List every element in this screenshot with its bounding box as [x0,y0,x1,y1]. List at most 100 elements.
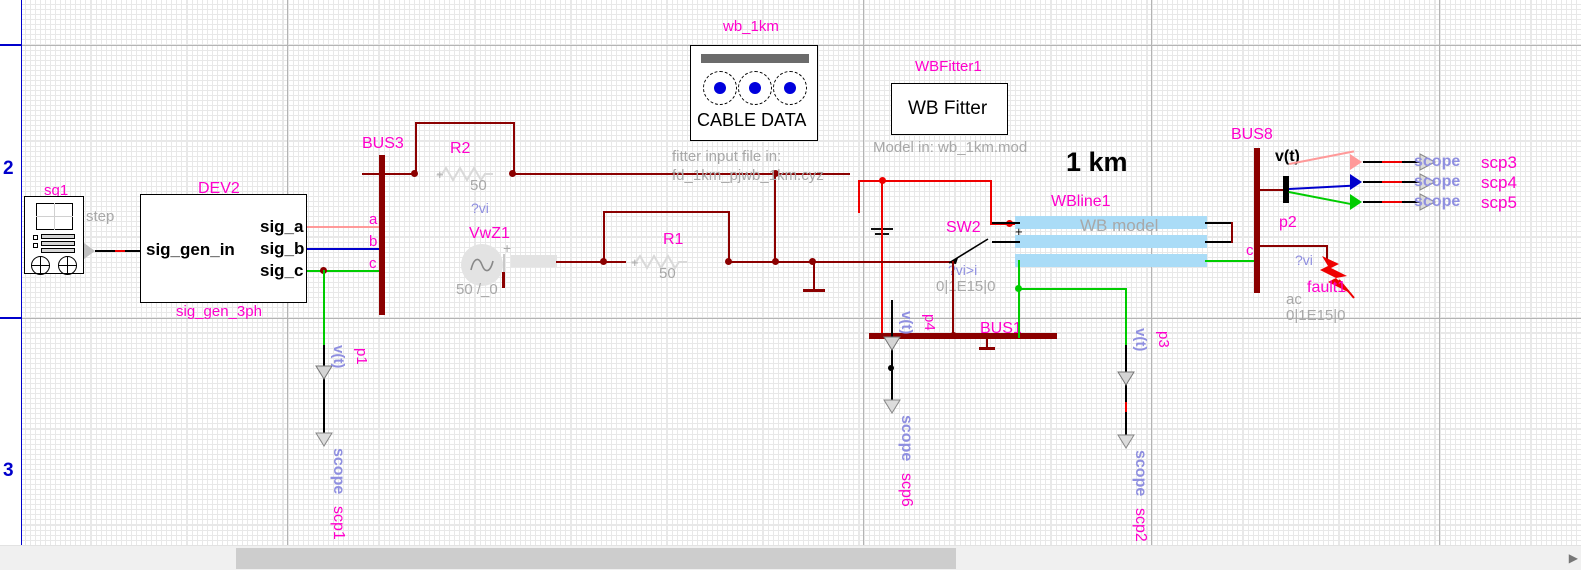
bus8-meter-lead [1258,189,1284,191]
wbline1-conductor-3[interactable] [1015,254,1207,267]
sg1-output-arrow-outline-icon [84,243,95,259]
scp1-scope-label: scope [330,448,347,495]
wire-red-down-to-probe[interactable] [881,180,883,335]
phase-c-label: c [369,255,377,272]
r2-annotation-label: ?vi [471,200,489,216]
phase-b-label: b [369,233,378,250]
vwz1-minus-terminal [502,272,505,288]
wbline1-polarity-label: + [1015,224,1023,239]
bus3-ref-label: BUS3 [362,135,404,152]
schematic-editor[interactable]: 2 3 sg1 step DEV2 sig_gen_in sig_a sig_b… [0,0,1581,570]
bus8-annotation-label: ?vi [1295,252,1313,268]
wbline1-conductor-2[interactable] [1015,235,1207,248]
junction-node [600,258,607,265]
junction-node [411,170,418,177]
wire-scope5-link[interactable] [1288,191,1354,206]
wbline1-right-bridge[interactable] [1231,222,1233,243]
wbline1-right-stub-2 [1205,241,1233,243]
wire-r2-top[interactable] [415,122,515,124]
wire-bus8-to-fault[interactable] [1258,245,1328,247]
grid-major-v [1151,0,1152,545]
dev2-pin-sig-c: sig_c [260,261,304,280]
cable-data-note-line2: fd_1km_pjwb_1km.cyz [672,167,824,184]
probe-p1-meter-label: v(t) [330,345,347,369]
wire-scope4-red-seg [1382,181,1402,183]
wbline1-ref-label: WBline1 [1051,193,1111,210]
bus1-ground-stub-bar [979,347,995,350]
probe-p3-marker-icon[interactable] [1117,371,1135,386]
wire-r2-left[interactable] [415,122,417,174]
wire-to-sw2[interactable] [874,261,954,263]
probe-p3-red-seg [1125,402,1127,412]
wbfitter-note: Model in: wb_1km.mod [873,139,1028,156]
cable-data-caption: CABLE DATA [697,110,807,130]
junction-node [950,332,957,339]
wire-vertical-link[interactable] [774,173,776,263]
bus3-bar[interactable] [379,155,385,315]
wire-bus3-to-r2[interactable] [362,173,417,175]
sg1-param-label: step [86,208,115,225]
wire-red-right-down[interactable] [990,180,992,225]
line-length-label: 1 km [1066,147,1128,177]
scope5-label: scope [1414,193,1461,210]
probe-p3-wire[interactable] [1125,345,1127,440]
wbline1-right-stub-1 [1205,222,1233,224]
row-number-3: 3 [3,460,14,481]
row-number-2: 2 [3,158,14,179]
cable-data-note-line1: fitter input file in: [672,148,782,165]
dev2-input-pin-label: sig_gen_in [146,240,235,259]
probe-p4-marker-icon[interactable] [883,336,901,351]
probe-p4-meter-label: v(t) [898,311,915,335]
schematic-canvas[interactable]: sg1 step DEV2 sig_gen_in sig_a sig_b sig… [22,0,1581,545]
dev2-pin-sig-a: sig_a [260,217,304,236]
scp2-ref-label: scp2 [1132,508,1149,542]
wire-phase-c-down[interactable] [323,270,325,346]
probe-p1-wire[interactable] [323,345,325,440]
scrollbar-right-arrow-icon[interactable]: ▶ [1569,551,1578,565]
scp1-ref-label: scp1 [330,506,347,540]
wire-red-left-down[interactable] [858,180,860,213]
r2-polarity-label: + [436,167,444,182]
r2-value-label: 50 [470,177,487,194]
wire-scope3-red-seg [1382,161,1402,163]
scp2-input-icon[interactable] [1117,434,1135,449]
wire-vwz1-out[interactable] [556,261,626,263]
ground-stub-line [813,261,815,291]
probe-p3-node-label: p3 [1155,331,1172,348]
bus1-ref-label: BUS1 [980,320,1022,337]
wire-green-left-down[interactable] [1018,260,1020,338]
scope4-arrow-icon [1350,174,1362,190]
wire-scope4-link[interactable] [1289,184,1352,190]
wire-green-right[interactable] [1205,260,1259,262]
scope4-ref-label: scp4 [1481,173,1517,192]
vwz1-value-label: 50 /_0 [456,281,498,298]
wire-r1-right[interactable] [728,211,730,263]
probe-p1-node-label: p1 [353,348,370,365]
scp1-input-icon[interactable] [315,432,333,447]
sw2-params-label: 0|1E15|0 [936,278,996,295]
cable-data-body[interactable]: CABLE DATA [690,45,818,141]
wire-r1-left[interactable] [603,211,605,263]
scrollbar-thumb[interactable] [236,548,956,569]
wire-segment-red [115,250,125,252]
fault1-type-label: ac [1286,291,1302,308]
bus8-bar[interactable] [1254,148,1260,293]
wire-green-probe-down[interactable] [1125,288,1127,346]
scp6-ref-label: scp6 [898,473,915,507]
wire-r2-right[interactable] [513,122,515,174]
junction-node-green [1015,285,1022,292]
scp6-input-icon[interactable] [883,399,901,414]
wire-sw2-to-bus1[interactable] [952,261,954,337]
horizontal-scrollbar[interactable]: ▶ [0,545,1581,570]
wire-r1-out[interactable] [728,261,874,263]
dev2-pin-sig-b: sig_b [260,239,305,258]
wbfitter-caption: WB Fitter [908,98,988,119]
wire-r1-top[interactable] [603,211,730,213]
scope3-ref-label: scp3 [1481,153,1517,172]
wire-green-to-probe[interactable] [1018,288,1126,290]
bus8-ref-label: BUS8 [1231,126,1273,143]
ruler-tick [0,44,22,46]
sg1-body[interactable] [24,196,84,275]
wbline1-left-stub-2 [992,241,1020,243]
grid-major-v [1439,0,1440,545]
